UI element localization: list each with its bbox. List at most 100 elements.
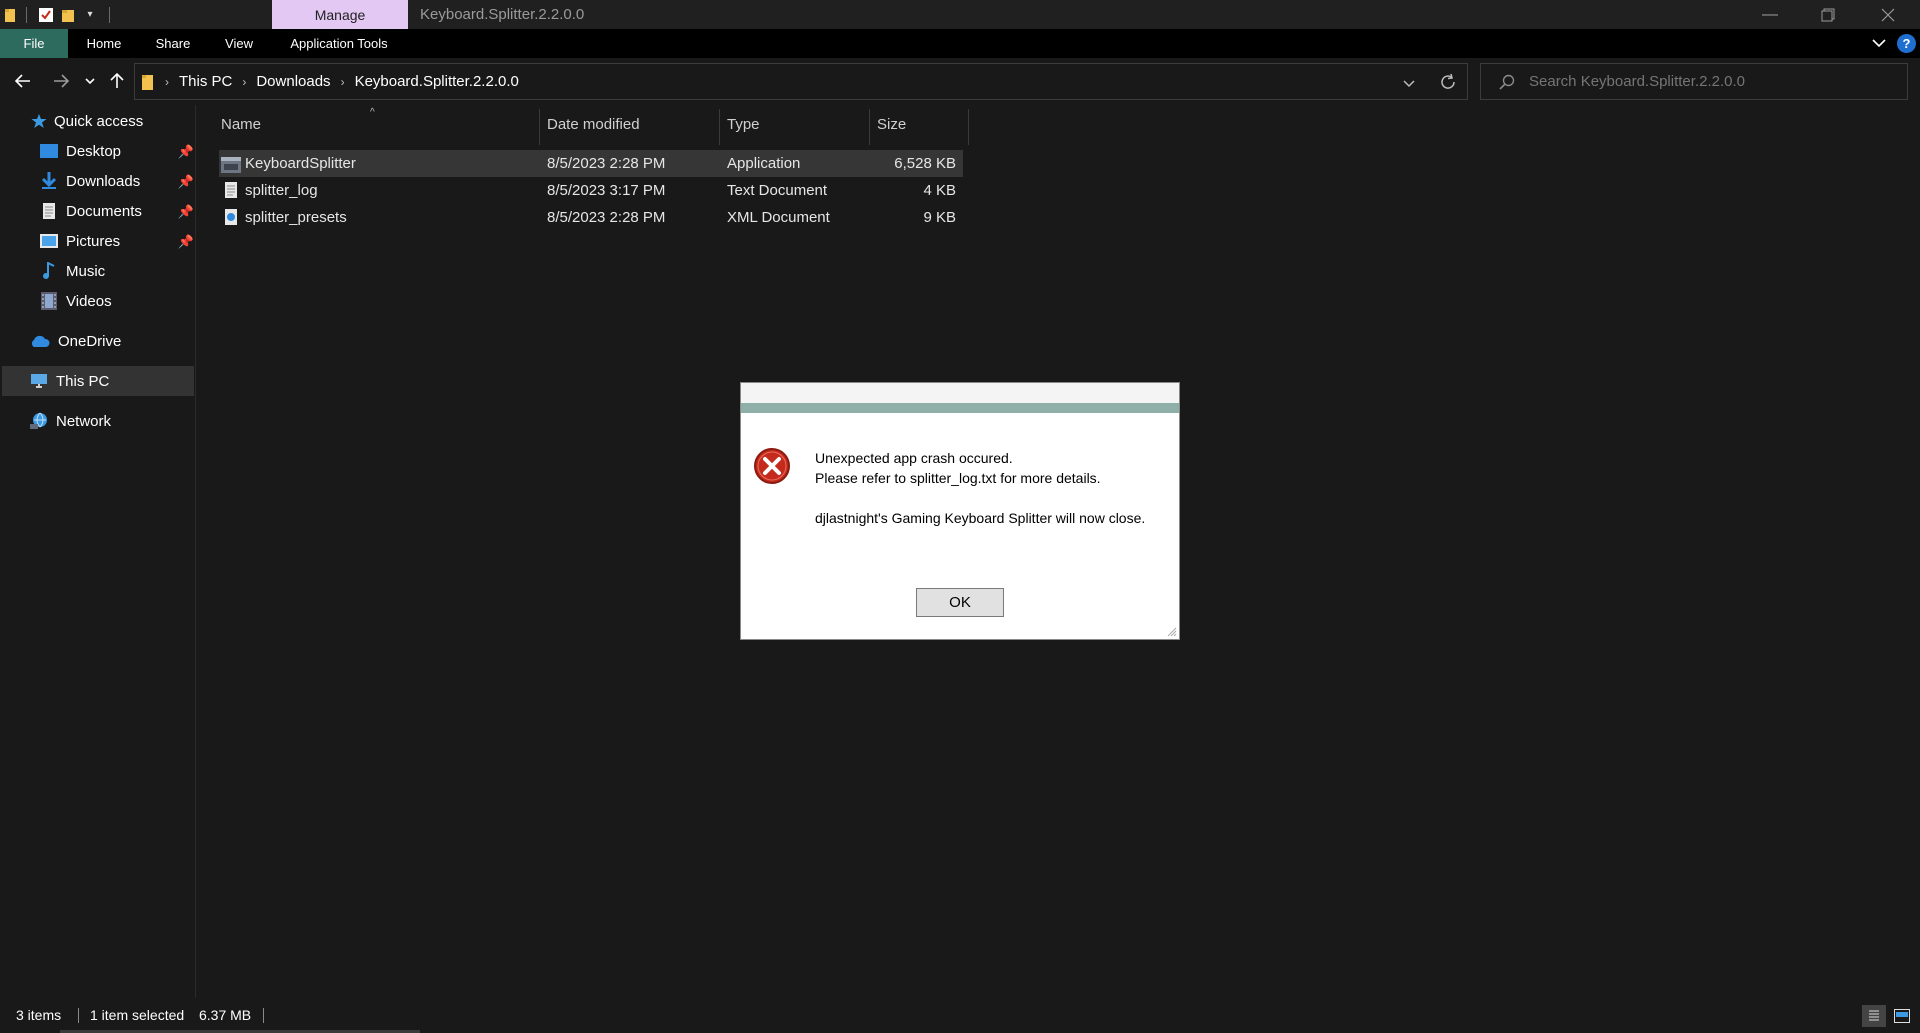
file-date: 8/5/2023 2:28 PM — [547, 155, 666, 172]
column-header-size[interactable]: Size — [877, 105, 906, 145]
search-input[interactable] — [1529, 73, 1889, 90]
tab-manage[interactable]: Manage — [272, 0, 408, 29]
sidebar-item-label: Documents — [66, 202, 142, 220]
new-folder-icon[interactable] — [59, 6, 77, 24]
dialog-message-line: djlastnight's Gaming Keyboard Splitter w… — [815, 510, 1146, 526]
download-icon — [40, 172, 58, 190]
large-icons-view-button[interactable] — [1890, 1005, 1914, 1027]
file-type: Text Document — [727, 182, 828, 199]
refresh-button[interactable] — [1439, 73, 1457, 96]
music-icon — [40, 262, 58, 280]
breadcrumb-separator: › — [340, 74, 345, 89]
tab-home[interactable]: Home — [72, 29, 136, 58]
sort-ascending-icon: ^ — [370, 107, 375, 118]
dialog-title-bar[interactable] — [741, 383, 1179, 413]
text-file-icon — [224, 181, 238, 199]
pin-icon[interactable]: 📌 — [178, 204, 194, 220]
search-icon — [1499, 74, 1515, 90]
sidebar-item-this-pc[interactable]: This PC — [2, 366, 194, 396]
up-button[interactable] — [103, 66, 131, 96]
xml-file-icon — [224, 208, 238, 226]
sidebar-item-label: Network — [56, 412, 112, 430]
file-size: 9 KB — [923, 209, 956, 226]
column-separator[interactable] — [539, 109, 540, 145]
quick-access-toolbar: ▾ — [0, 0, 118, 29]
ok-button[interactable]: OK — [916, 588, 1004, 617]
column-header-date[interactable]: Date modified — [547, 105, 640, 145]
forward-button[interactable] — [46, 66, 76, 96]
breadcrumb-current-folder[interactable]: Keyboard.Splitter.2.2.0.0 — [355, 73, 519, 90]
error-icon — [753, 447, 791, 485]
help-button[interactable]: ? — [1897, 34, 1916, 53]
breadcrumb-downloads[interactable]: Downloads — [256, 73, 330, 90]
customize-toolbar-icon[interactable]: ▾ — [81, 6, 99, 24]
file-row[interactable]: KeyboardSplitter 8/5/2023 2:28 PM Applic… — [219, 150, 963, 177]
breadcrumb-separator: › — [165, 74, 169, 89]
restore-button[interactable] — [1800, 0, 1856, 29]
minimize-button[interactable]: — — [1742, 0, 1798, 29]
column-separator[interactable] — [719, 109, 720, 145]
breadcrumb-separator: › — [242, 74, 247, 89]
toolbar-separator — [109, 6, 110, 23]
restore-icon — [1821, 8, 1835, 21]
sidebar-item-label: This PC — [56, 372, 110, 390]
breadcrumb-this-pc[interactable]: This PC — [179, 73, 232, 90]
document-icon — [40, 202, 58, 220]
sidebar-item-documents[interactable]: Documents 📌 — [40, 196, 194, 226]
title-bar: ▾ Manage Keyboard.Splitter.2.2.0.0 — — [0, 0, 1920, 29]
tab-view[interactable]: View — [210, 29, 268, 58]
sidebar-item-music[interactable]: Music — [40, 256, 105, 286]
address-bar[interactable]: › This PC › Downloads › Keyboard.Splitte… — [134, 63, 1468, 100]
sidebar-item-network[interactable]: Network — [30, 406, 111, 436]
sidebar-item-pictures[interactable]: Pictures 📌 — [40, 226, 194, 256]
resize-grip-icon[interactable] — [1167, 627, 1177, 637]
star-icon — [30, 112, 48, 130]
sidebar-item-downloads[interactable]: Downloads 📌 — [40, 166, 194, 196]
ribbon-tabs: File Home Share View Application Tools ? — [0, 29, 1920, 58]
sidebar-item-label: Videos — [66, 292, 112, 310]
desktop-icon — [40, 142, 58, 160]
column-separator[interactable] — [869, 109, 870, 145]
file-type: Application — [727, 155, 801, 172]
close-window-button[interactable] — [1860, 0, 1916, 29]
folder-icon — [2, 6, 20, 24]
back-button[interactable] — [8, 66, 38, 96]
status-bar: 3 items 1 item selected 6.37 MB — [0, 998, 1920, 1033]
sidebar-item-quick-access[interactable]: Quick access — [30, 106, 143, 136]
status-separator — [78, 1008, 79, 1023]
pin-icon[interactable]: 📌 — [178, 144, 194, 160]
recent-locations-button[interactable] — [78, 66, 102, 96]
window-title: Keyboard.Splitter.2.2.0.0 — [420, 6, 585, 23]
sidebar-item-videos[interactable]: Videos — [40, 286, 112, 316]
sidebar-item-desktop[interactable]: Desktop 📌 — [40, 136, 194, 166]
close-icon — [1881, 8, 1895, 21]
tab-share[interactable]: Share — [140, 29, 206, 58]
pin-icon[interactable]: 📌 — [178, 234, 194, 250]
column-header-name[interactable]: Name — [221, 105, 261, 145]
file-row[interactable]: splitter_presets 8/5/2023 2:28 PM XML Do… — [219, 204, 963, 231]
tab-file[interactable]: File — [0, 29, 68, 58]
sidebar-item-onedrive[interactable]: OneDrive — [30, 326, 121, 356]
computer-icon — [30, 372, 48, 390]
item-count: 3 items — [16, 1007, 62, 1023]
sidebar-item-label: Music — [66, 262, 106, 280]
pictures-icon — [40, 232, 58, 250]
column-separator[interactable] — [968, 109, 969, 145]
application-icon — [221, 155, 241, 173]
column-header-type[interactable]: Type — [727, 105, 760, 145]
sidebar-item-label: Quick access — [54, 112, 144, 130]
search-box[interactable] — [1480, 63, 1908, 100]
file-explorer-window: ▾ Manage Keyboard.Splitter.2.2.0.0 — Fil… — [0, 0, 1920, 1033]
file-name: splitter_log — [245, 182, 318, 199]
chevron-down-icon — [85, 78, 95, 85]
pin-icon[interactable]: 📌 — [178, 174, 194, 190]
tab-application-tools[interactable]: Application Tools — [276, 29, 402, 58]
folder-icon — [141, 73, 155, 91]
properties-icon[interactable] — [37, 6, 55, 24]
file-row[interactable]: splitter_log 8/5/2023 3:17 PM Text Docum… — [219, 177, 963, 204]
details-view-button[interactable] — [1862, 1005, 1886, 1027]
chevron-down-icon — [1403, 80, 1415, 88]
expand-ribbon-button[interactable] — [1872, 35, 1886, 51]
network-icon — [30, 412, 48, 430]
address-history-button[interactable] — [1402, 76, 1416, 94]
